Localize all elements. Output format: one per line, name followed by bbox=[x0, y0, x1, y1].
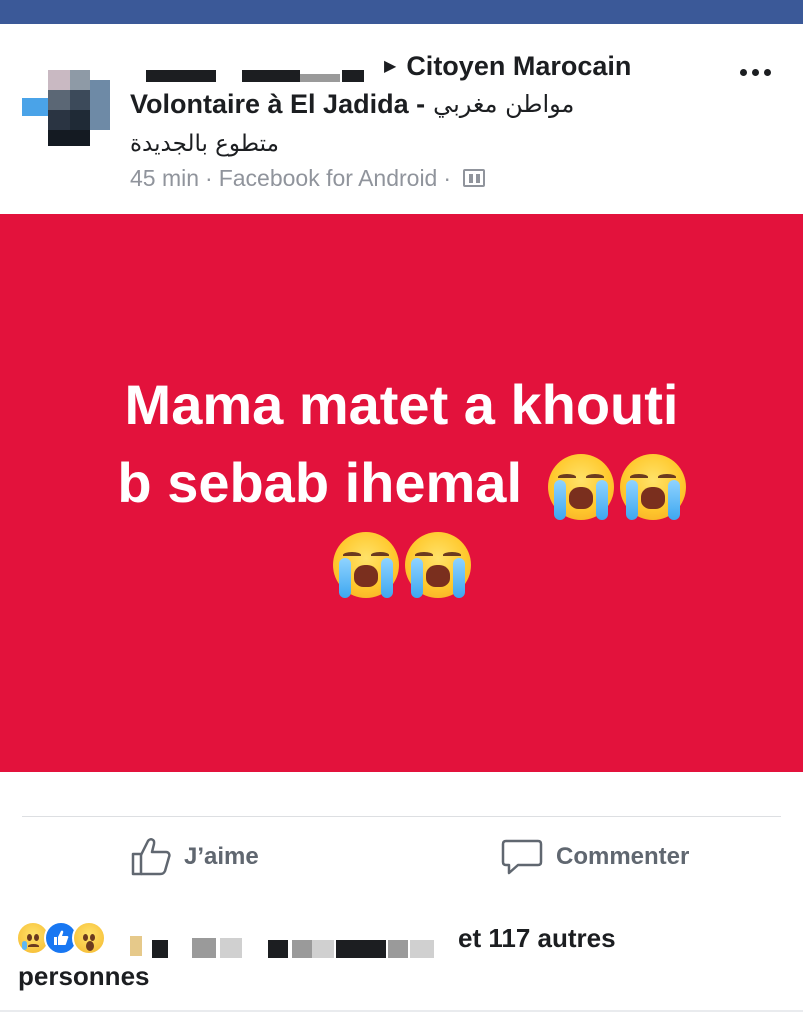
redacted-reactor-name bbox=[192, 938, 216, 958]
redacted-author-name bbox=[342, 70, 364, 82]
post-text-line-2: b sebab ihemal bbox=[117, 451, 522, 514]
emoji-group bbox=[547, 454, 686, 521]
wow-reaction-icon bbox=[72, 921, 106, 955]
comment-label: Commenter bbox=[556, 843, 690, 870]
more-dot-icon bbox=[763, 68, 771, 76]
redacted-reactor-name bbox=[410, 940, 434, 958]
post-meta: 45 min · Facebook for Android · bbox=[130, 162, 486, 194]
post-text: Mama matet a khouti b sebab ihemal bbox=[52, 366, 752, 600]
redacted-reactor-name bbox=[312, 940, 334, 958]
reactions-icons[interactable] bbox=[16, 918, 106, 958]
more-dot-icon bbox=[739, 68, 747, 76]
redacted-reactor-name bbox=[388, 940, 408, 958]
crying-face-icon bbox=[619, 454, 686, 521]
page-name-arabic-2[interactable]: متطوع بالجديدة bbox=[130, 131, 279, 157]
bottom-divider bbox=[0, 1010, 803, 1012]
crying-face-icon bbox=[404, 532, 471, 599]
redacted-reactor-name bbox=[268, 940, 288, 958]
redacted-reactor-name bbox=[152, 940, 168, 958]
top-bar bbox=[0, 0, 803, 24]
post-content-banner[interactable]: Mama matet a khouti b sebab ihemal bbox=[0, 214, 803, 772]
emoji-group bbox=[332, 532, 471, 599]
like-button[interactable]: J’aime bbox=[130, 834, 259, 880]
post-source: Facebook for Android bbox=[218, 164, 438, 191]
reactions-summary-cont[interactable]: personnes bbox=[18, 958, 150, 994]
post-time[interactable]: 45 min bbox=[130, 165, 199, 192]
like-label: J’aime bbox=[184, 843, 259, 870]
page-name-arabic-1[interactable]: مواطن مغربي bbox=[433, 90, 574, 118]
actions-divider bbox=[22, 816, 781, 817]
post-emoji-line bbox=[52, 522, 752, 600]
thumbs-up-icon bbox=[131, 838, 171, 876]
redacted-author-name bbox=[300, 74, 340, 82]
group-audience-icon bbox=[463, 169, 486, 187]
crying-face-icon bbox=[332, 532, 399, 599]
page-name-line-2: Volontaire à El Jadida - مواطن مغربي bbox=[130, 86, 574, 122]
redacted-author-name bbox=[146, 70, 216, 82]
post-text-line-1: Mama matet a khouti bbox=[124, 373, 679, 436]
crying-face-icon bbox=[547, 454, 614, 521]
reactions-summary[interactable]: et 117 autres bbox=[458, 918, 616, 958]
play-arrow-icon: ▶ bbox=[384, 58, 397, 75]
page-name-line-3: متطوع بالجديدة bbox=[130, 126, 279, 162]
avatar[interactable] bbox=[22, 70, 110, 146]
redacted-reactor-name bbox=[130, 936, 142, 956]
redacted-reactor-name bbox=[220, 938, 242, 958]
post-header-title: ▶ Citoyen Marocain bbox=[384, 48, 631, 84]
meta-separator: · bbox=[443, 164, 452, 191]
redacted-reactor-name bbox=[336, 940, 386, 958]
redacted-reactor-name bbox=[292, 940, 312, 958]
more-options-button[interactable] bbox=[730, 58, 780, 86]
meta-separator: · bbox=[205, 164, 213, 191]
comment-button[interactable]: Commenter bbox=[500, 834, 689, 880]
more-dot-icon bbox=[751, 68, 759, 76]
comment-bubble-icon bbox=[501, 839, 543, 875]
page-name-link[interactable]: Citoyen Marocain bbox=[406, 51, 631, 82]
post-text-line-2-wrap: b sebab ihemal bbox=[52, 444, 752, 522]
redacted-author-name bbox=[242, 70, 300, 82]
page-name-cont[interactable]: Volontaire à El Jadida - bbox=[130, 89, 425, 120]
